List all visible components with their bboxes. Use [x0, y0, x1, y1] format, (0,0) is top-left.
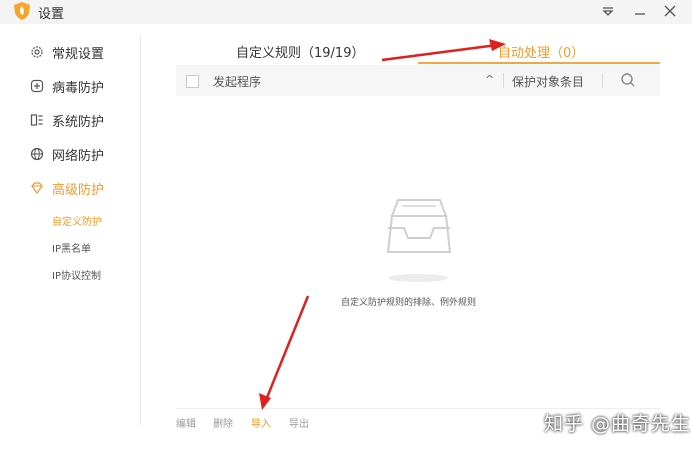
annotation-arrowhead-import: [259, 393, 271, 410]
annotation-arrows: [259, 39, 506, 410]
annotation-arrowhead-tab: [489, 39, 506, 51]
annotation-arrow-tab: [381, 43, 498, 62]
watermark: 知乎 @曲奇先生: [544, 413, 692, 435]
annotation-arrow-import: [264, 295, 310, 401]
